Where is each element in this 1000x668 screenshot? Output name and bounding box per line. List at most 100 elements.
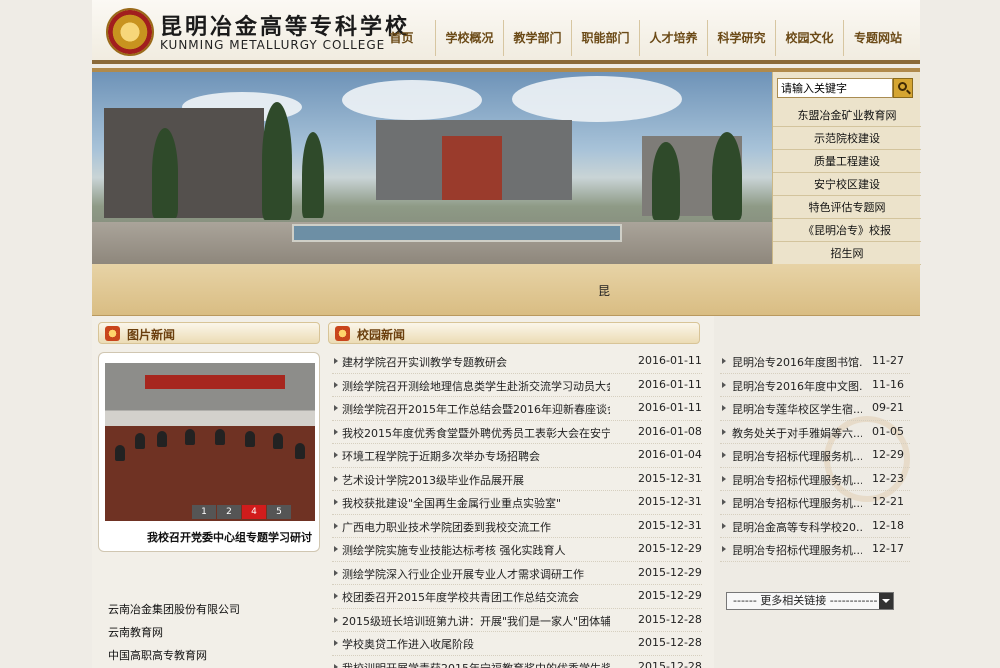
side-link-model-school[interactable]: 示范院校建设 — [773, 127, 921, 150]
photo-caption[interactable]: 我校召开党委中心组专题学习研讨 — [147, 529, 317, 545]
news-date: 2015-12-28 — [638, 612, 702, 626]
news-title[interactable]: 测绘学院召开测绘地理信息类学生赴浙交流学习动员大会 — [342, 378, 610, 394]
news-title[interactable]: 学校奥贷工作进入收尾阶段 — [342, 636, 610, 652]
photo-news-box: 1 2 4 5 我校召开党委中心组专题学习研讨 — [98, 352, 320, 552]
news-date: 2015-12-31 — [638, 471, 702, 485]
side-link-admissions[interactable]: 招生网 — [773, 242, 921, 265]
notice-title[interactable]: 昆明冶专招标代理服务机... — [732, 495, 862, 511]
notice-date: 12-21 — [872, 495, 904, 508]
bullet-arrow-icon — [334, 522, 338, 529]
news-date: 2016-01-11 — [638, 377, 702, 391]
news-row: 测绘学院实施专业技能达标考核 强化实践育人 2015-12-29 — [332, 538, 702, 562]
notice-row: 昆明冶专2016年度中文图... 11-16 — [720, 374, 910, 397]
campus-banner-photo — [92, 72, 772, 264]
news-row: 我校训明开展学青获2015年宁福教育奖中的优秀学生奖 2015-12-28 — [332, 656, 702, 668]
search-button[interactable] — [893, 78, 913, 98]
news-row: 2015级班长培训班第九讲：开展"我们是一家人"团体辅... 2015-12-28 — [332, 609, 702, 632]
news-title[interactable]: 我校2015年度优秀食堂暨外聘优秀员工表彰大会在安宁... — [342, 425, 610, 441]
nav-home[interactable]: 首页 — [368, 20, 436, 56]
side-link-quality[interactable]: 质量工程建设 — [773, 150, 921, 173]
ticker-text[interactable]: 昆 — [598, 282, 610, 299]
pager-1[interactable]: 1 — [192, 505, 216, 519]
side-link-newspaper[interactable]: 《昆明冶专》校报 — [773, 219, 921, 242]
notice-row: 昆明冶专招标代理服务机... 12-21 — [720, 491, 910, 515]
photo-news-title: 图片新闻 — [127, 328, 176, 342]
news-title[interactable]: 环境工程学院于近期多次举办专场招聘会 — [342, 448, 610, 464]
bullet-arrow-icon — [722, 499, 726, 505]
friend-link-china-vocational[interactable]: 中国高职高专教育网 — [108, 644, 240, 667]
pager-2[interactable]: 2 — [217, 505, 241, 519]
news-date: 2015-12-31 — [638, 518, 702, 532]
emblem-icon — [335, 326, 350, 341]
bullet-arrow-icon — [334, 428, 338, 435]
nav-special-sites[interactable]: 专题网站 — [844, 20, 912, 56]
side-link-anning[interactable]: 安宁校区建设 — [773, 173, 921, 196]
notice-row: 昆明冶专招标代理服务机... 12-29 — [720, 444, 910, 468]
news-title[interactable]: 测绘学院深入行业企业开展专业人才需求调研工作 — [342, 566, 610, 582]
more-links-select[interactable]: ------ 更多相关链接 ------------ — [726, 592, 894, 610]
side-link-asean[interactable]: 东盟冶金矿业教育网 — [773, 104, 921, 127]
notice-row: 昆明冶专2016年度图书馆... 11-27 — [720, 350, 910, 374]
photo-news-image[interactable]: 1 2 4 5 — [105, 363, 315, 521]
nav-research[interactable]: 科学研究 — [708, 20, 776, 56]
news-date: 2015-12-28 — [638, 659, 702, 668]
pager-5[interactable]: 5 — [267, 505, 291, 519]
notice-title[interactable]: 昆明冶金高等专科学校20... — [732, 519, 862, 535]
news-row: 建材学院召开实训教学专题教研会 2016-01-11 — [332, 350, 702, 374]
side-link-assessment[interactable]: 特色评估专题网 — [773, 196, 921, 219]
news-date: 2016-01-08 — [638, 424, 702, 438]
nav-admin-depts[interactable]: 职能部门 — [572, 20, 640, 56]
notice-title[interactable]: 昆明冶专招标代理服务机... — [732, 472, 862, 488]
friend-link-yunnan-edu[interactable]: 云南教育网 — [108, 621, 240, 644]
nav-teaching-depts[interactable]: 教学部门 — [504, 20, 572, 56]
notice-row: 昆明冶专招标代理服务机... 12-23 — [720, 468, 910, 491]
news-date: 2016-01-11 — [638, 401, 702, 414]
notice-row: 教务处关于对手雅娟等六... 01-05 — [720, 421, 910, 444]
bullet-arrow-icon — [334, 358, 338, 364]
news-title[interactable]: 广西电力职业技术学院团委到我校交流工作 — [342, 519, 610, 535]
notice-title[interactable]: 昆明冶专招标代理服务机... — [732, 542, 862, 558]
bullet-arrow-icon — [334, 616, 338, 623]
campus-news-title: 校园新闻 — [357, 328, 406, 342]
notice-title[interactable]: 昆明冶专2016年度中文图... — [732, 378, 862, 394]
pager-4[interactable]: 4 — [242, 505, 266, 519]
notice-row: 昆明冶专莲华校区学生宿... 09-21 — [720, 397, 910, 421]
news-title[interactable]: 测绘学院实施专业技能达标考核 强化实践育人 — [342, 542, 610, 558]
news-title[interactable]: 测绘学院召开2015年工作总结会暨2016年迎新春座谈会 — [342, 401, 610, 417]
news-date: 2015-12-29 — [638, 589, 702, 602]
news-row: 测绘学院召开2015年工作总结会暨2016年迎新春座谈会 2016-01-11 — [332, 397, 702, 421]
news-date: 2015-12-29 — [638, 565, 702, 579]
search-input[interactable] — [777, 78, 893, 98]
notice-date: 01-05 — [872, 424, 904, 438]
news-title[interactable]: 建材学院召开实训教学专题教研会 — [342, 354, 610, 370]
bullet-arrow-icon — [334, 381, 338, 388]
bullet-arrow-icon — [722, 428, 726, 435]
scrolling-ticker: 昆 — [92, 264, 920, 316]
bullet-arrow-icon — [722, 475, 726, 482]
news-title[interactable]: 校团委召开2015年度学校共青团工作总结交流会 — [342, 589, 610, 605]
news-title[interactable]: 2015级班长培训班第九讲：开展"我们是一家人"团体辅... — [342, 613, 610, 629]
bullet-arrow-icon — [334, 546, 338, 552]
notice-date: 11-16 — [872, 377, 904, 391]
banner-side-panel: 东盟冶金矿业教育网 示范院校建设 质量工程建设 安宁校区建设 特色评估专题网 《… — [772, 72, 921, 265]
bullet-arrow-icon — [722, 452, 726, 458]
school-logo[interactable] — [106, 8, 154, 56]
notice-title[interactable]: 昆明冶专2016年度图书馆... — [732, 354, 862, 370]
notice-title[interactable]: 昆明冶专莲华校区学生宿... — [732, 401, 862, 417]
news-title[interactable]: 艺术设计学院2013级毕业作品展开展 — [342, 472, 610, 488]
nav-culture[interactable]: 校园文化 — [776, 20, 844, 56]
news-title[interactable]: 我校训明开展学青获2015年宁福教育奖中的优秀学生奖 — [342, 660, 610, 668]
side-links: 东盟冶金矿业教育网 示范院校建设 质量工程建设 安宁校区建设 特色评估专题网 《… — [773, 104, 921, 265]
friend-links: 云南冶金集团股份有限公司 云南教育网 中国高职高专教育网 — [108, 598, 240, 667]
nav-about[interactable]: 学校概况 — [436, 20, 504, 56]
news-date: 2016-01-04 — [638, 448, 702, 461]
notice-title[interactable]: 昆明冶专招标代理服务机... — [732, 448, 862, 464]
bullet-arrow-icon — [722, 381, 726, 388]
notice-title[interactable]: 教务处关于对手雅娟等六... — [732, 425, 862, 441]
nav-talent[interactable]: 人才培养 — [640, 20, 708, 56]
news-title[interactable]: 我校获批建设"全国再生金属行业重点实验室" — [342, 495, 610, 511]
notice-date: 12-29 — [872, 448, 904, 461]
bullet-arrow-icon — [334, 475, 338, 482]
notice-date: 12-17 — [872, 542, 904, 555]
friend-link-yunnan-metallurgy[interactable]: 云南冶金集团股份有限公司 — [108, 598, 240, 621]
